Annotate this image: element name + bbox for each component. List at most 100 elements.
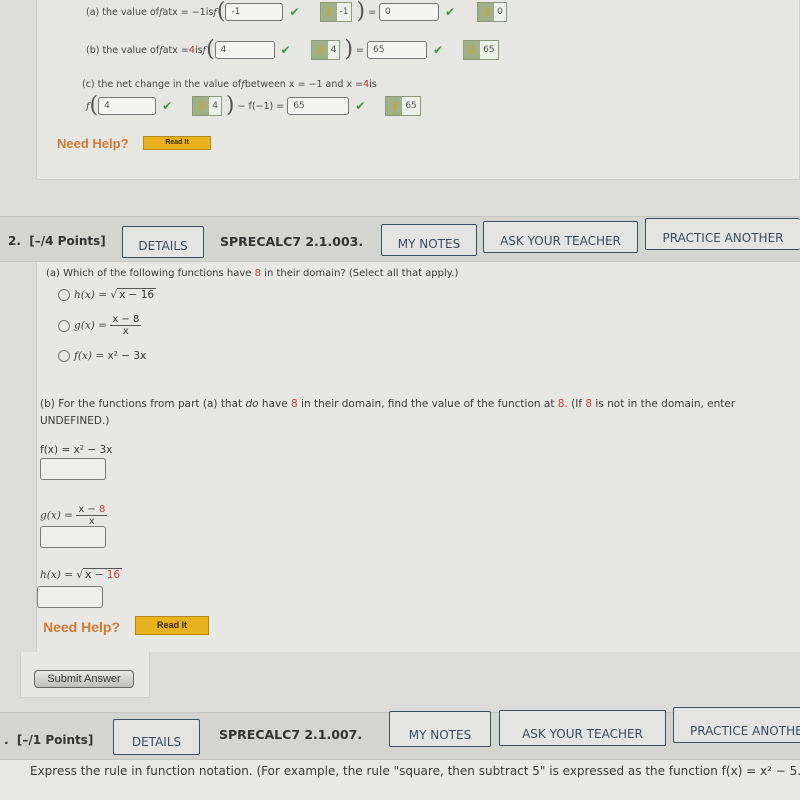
key-icon: ⚷ (478, 3, 495, 21)
check-icon: ✔ (445, 5, 456, 19)
option-h-lhs: h(x) = (74, 289, 111, 301)
q1-part-a: (a) the value of f at x = −1 is f( -1 ✔ … (86, 0, 507, 24)
q1c-text-a: (c) the net change in the value of (82, 79, 242, 90)
h-label: h(x) = √ x − 16 (40, 568, 123, 581)
option-h[interactable]: h(x) = √ x − 16 (58, 288, 157, 301)
q1-part-c-answer: f( 4 ✔ ⚷ 4 ) − f(−1) = 65 ✔ ⚷ 65 (86, 93, 421, 118)
paren-close: ) (356, 0, 366, 24)
q1b-prefix: (b) the value of (86, 44, 160, 56)
practice-another-button[interactable]: PRACTICE ANOTHER (645, 218, 800, 250)
option-g[interactable]: g(x) = x − 8x (58, 314, 142, 337)
question-2-points: 2. [–/4 Points] (8, 234, 106, 248)
q2b-prompt-line2: UNDEFINED.) (40, 415, 110, 427)
check-icon: ✔ (433, 43, 444, 57)
h-answer-input[interactable] (37, 586, 103, 608)
q2b-a: (b) For the functions from part (a) that (40, 398, 246, 410)
h-expr: x − 16 (83, 568, 123, 581)
checkbox-h[interactable] (58, 289, 70, 301)
ask-your-teacher-button[interactable]: ASK YOUR TEACHER (483, 221, 638, 253)
option-f-expr: x² − 3x (107, 350, 147, 362)
option-f[interactable]: f(x) = x² − 3x (58, 350, 146, 362)
key-icon: ⚷ (311, 41, 328, 59)
paren-open: ( (89, 93, 99, 118)
q2b-b: have (258, 398, 292, 410)
q1a-input[interactable]: -1 (225, 3, 284, 21)
details-button[interactable]: DETAILS (113, 719, 200, 755)
q2a-prompt-a: (a) Which of the following functions hav… (46, 268, 255, 279)
checkbox-g[interactable] (58, 319, 70, 332)
practice-another-button[interactable]: PRACTICE ANOTHER (673, 707, 800, 743)
need-help-label: Need Help? (43, 619, 121, 635)
q1a-prefix: (a) the value of (86, 6, 159, 18)
key-value: 4 (209, 97, 221, 115)
q1c-input[interactable]: 4 (98, 97, 157, 115)
question-number: . (4, 733, 9, 747)
key-value: 4 (327, 41, 340, 59)
q1a-result-input[interactable]: 0 (379, 3, 440, 21)
key-icon: ⚷ (320, 3, 337, 21)
question-3-points: . [–/1 Points] (4, 733, 93, 747)
key-icon: ⚷ (386, 97, 403, 115)
my-notes-button[interactable]: MY NOTES (381, 224, 477, 256)
key-icon: ⚷ (464, 41, 481, 59)
problem-code: SPRECALC7 2.1.003. (220, 234, 364, 249)
option-g-lhs: g(x) = (74, 319, 111, 332)
q3-prompt: Express the rule in function notation. (… (30, 764, 800, 778)
question-number: 2. (8, 234, 21, 248)
key-value: -1 (336, 3, 352, 21)
q2b-em: do (245, 398, 259, 410)
answer-key-box[interactable]: ⚷ 0 (477, 2, 507, 22)
option-g-fraction: x − 8x (110, 314, 142, 337)
q1b-x: x = (172, 44, 189, 56)
check-icon: ✔ (355, 99, 366, 113)
my-notes-button[interactable]: MY NOTES (389, 711, 491, 747)
g-fraction: x − 8x (76, 504, 108, 527)
answer-key-box[interactable]: ⚷ 65 (463, 40, 499, 60)
g-lhs: g(x) = (40, 509, 77, 522)
g-num-b: 8 (98, 504, 106, 515)
submit-answer-button[interactable]: Submit Answer (34, 670, 134, 688)
q1b-input[interactable]: 4 (214, 41, 275, 59)
q1-part-b: (b) the value of f at x = 4 is f( 4 ✔ ⚷ 4… (86, 37, 499, 62)
fraction-numerator: x − 8 (110, 314, 142, 326)
answer-key-box[interactable]: ⚷ 65 (385, 96, 421, 116)
q1b-is: is (194, 44, 203, 56)
h-lhs: h(x) = (40, 569, 77, 581)
q2b-prompt: (b) For the functions from part (a) that… (40, 398, 735, 410)
question-2-panel (36, 262, 800, 652)
f-answer-input[interactable] (40, 458, 106, 480)
read-it-button[interactable]: Read It (135, 616, 209, 635)
paren-close: ) (344, 37, 354, 62)
answer-key-box[interactable]: ⚷ 4 (310, 40, 341, 60)
check-icon: ✔ (280, 43, 291, 57)
g-num-a: x − (78, 504, 99, 515)
answer-key-box[interactable]: ⚷ -1 (319, 2, 353, 22)
q1-part-c-prompt: (c) the net change in the value of f bet… (82, 79, 377, 90)
q2b-c: in their domain, find the value of the f… (297, 398, 558, 410)
equals-sign: = (356, 44, 365, 56)
equals-sign: = (368, 6, 377, 18)
answer-key-box[interactable]: ⚷ 4 (192, 96, 222, 116)
problem-code: SPRECALC7 2.1.007. (219, 727, 363, 742)
fraction-numerator: x − 8 (76, 504, 108, 516)
q2b-num2: 8. (557, 398, 568, 410)
key-value: 0 (494, 3, 506, 21)
q1c-result-input[interactable]: 65 (287, 97, 350, 115)
g-answer-input[interactable] (40, 526, 106, 548)
key-value: 65 (480, 41, 498, 59)
option-f-lhs: f(x) = (74, 350, 108, 362)
ask-your-teacher-button[interactable]: ASK YOUR TEACHER (499, 710, 666, 746)
read-it-button[interactable]: Read It (143, 136, 211, 150)
checkbox-f[interactable] (58, 350, 70, 362)
q1b-mid: at (162, 44, 173, 56)
key-icon: ⚷ (193, 97, 210, 115)
q2b-e: is not in the domain, enter (592, 398, 736, 410)
paren-close: ) (225, 93, 235, 118)
fraction-denominator: x (122, 326, 129, 337)
q2b-d: (If (567, 398, 586, 410)
q1c-text-b: between x = −1 and x = (244, 79, 364, 90)
h-expr-b: 16 (106, 569, 121, 581)
details-button[interactable]: DETAILS (122, 226, 204, 258)
q1b-result-input[interactable]: 65 (367, 41, 428, 59)
g-label: g(x) = x − 8x (40, 504, 108, 527)
